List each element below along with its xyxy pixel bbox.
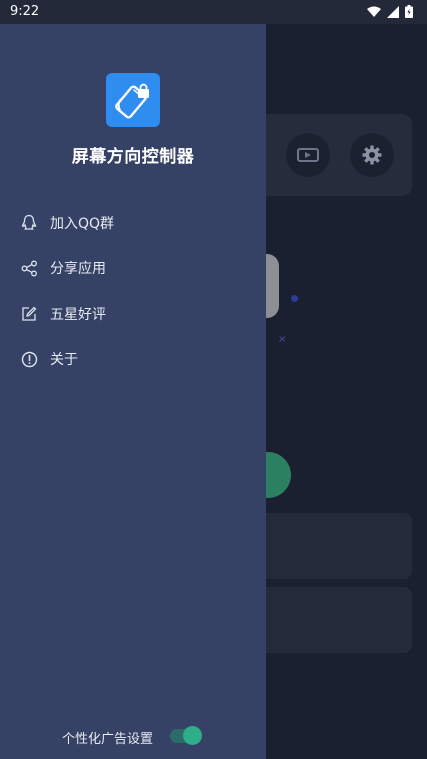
navigation-drawer: 屏幕方向控制器 加入QQ群 分享应用 五星好评 关于 个性化广告设置 [0, 24, 266, 759]
menu-item-label: 关于 [50, 352, 78, 369]
background-settings-button [350, 133, 394, 177]
background-panel-2 [255, 587, 412, 653]
app-title: 屏幕方向控制器 [71, 147, 195, 167]
qq-icon [20, 214, 38, 232]
status-icons [367, 5, 413, 18]
menu-item-join-qq-group[interactable]: 加入QQ群 [0, 200, 266, 246]
wifi-icon [367, 6, 381, 17]
status-time: 9:22 [10, 4, 40, 19]
background-mark: × [278, 334, 287, 345]
share-icon [20, 259, 38, 277]
status-bar: 9:22 [0, 0, 427, 24]
background-control-card [255, 114, 412, 196]
menu-item-label: 五星好评 [50, 306, 106, 323]
toggle-knob [183, 726, 202, 745]
drawer-menu: 加入QQ群 分享应用 五星好评 关于 [0, 200, 266, 382]
edit-icon [20, 305, 38, 323]
personalized-ad-setting-row: 个性化广告设置 [0, 724, 266, 750]
personalized-ad-toggle[interactable] [170, 726, 202, 745]
menu-item-label: 加入QQ群 [50, 215, 115, 232]
info-icon [20, 350, 38, 368]
app-logo [106, 73, 160, 127]
screen-rotate-icon [297, 148, 319, 162]
background-panel-1 [255, 513, 412, 579]
menu-item-label: 分享应用 [50, 261, 106, 278]
personalized-ad-setting-label: 个性化广告设置 [62, 731, 154, 747]
gear-icon [362, 145, 382, 165]
menu-item-share-app[interactable]: 分享应用 [0, 246, 266, 292]
phone-lock-icon [115, 83, 149, 119]
signal-icon [387, 5, 399, 18]
background-dot [291, 295, 298, 302]
menu-item-five-star-rating[interactable]: 五星好评 [0, 291, 266, 337]
battery-icon [405, 5, 413, 18]
background-rotate-button [286, 133, 330, 177]
menu-item-about[interactable]: 关于 [0, 337, 266, 383]
